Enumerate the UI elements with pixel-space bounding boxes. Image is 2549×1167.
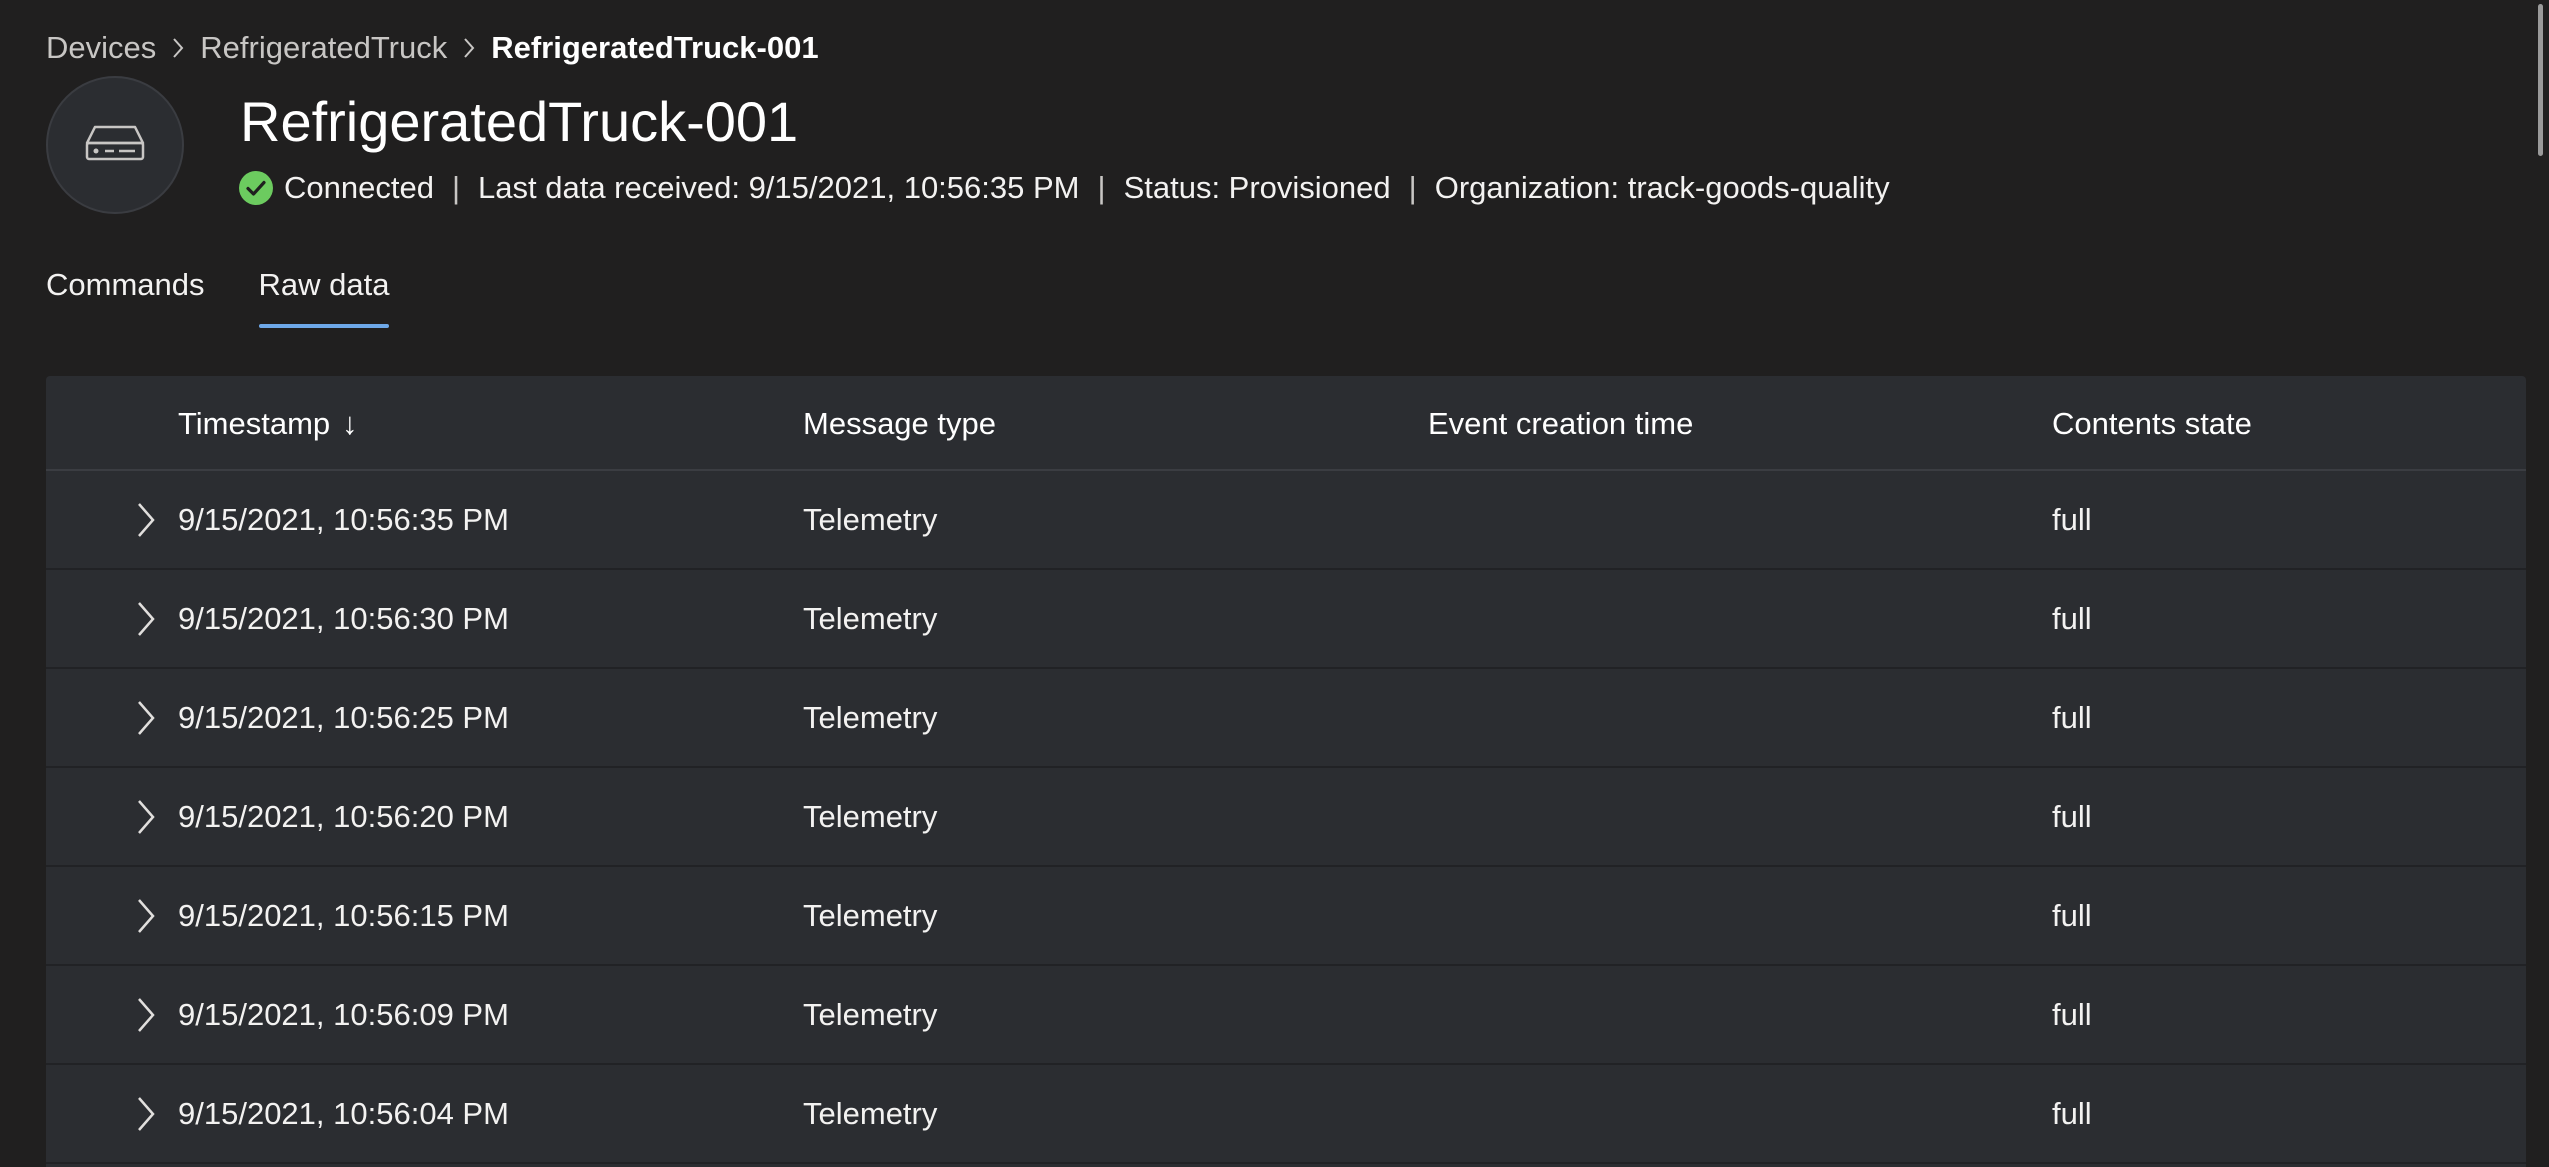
divider: |: [451, 170, 461, 205]
divider: |: [1408, 170, 1417, 205]
cell-message-type: Telemetry: [803, 601, 938, 636]
expand-row-chevron-icon[interactable]: [126, 499, 166, 541]
column-header-contents-state[interactable]: Contents state: [2052, 376, 2252, 471]
cell-timestamp: 9/15/2021, 10:56:30 PM: [178, 601, 509, 636]
connection-status: Connected: [284, 170, 434, 205]
cell-message-type: Telemetry: [803, 700, 938, 735]
connected-check-icon: [238, 170, 274, 206]
device-status-bar: Connected | Last data received: 9/15/202…: [238, 166, 1890, 210]
cell-contents-state: full: [2052, 997, 2092, 1032]
cell-contents-state: full: [2052, 502, 2092, 537]
provisioning-status: Status: Provisioned: [1123, 170, 1391, 205]
cell-contents-state: full: [2052, 1096, 2092, 1131]
cell-timestamp: 9/15/2021, 10:56:25 PM: [178, 700, 509, 735]
cell-contents-state: full: [2052, 700, 2092, 735]
avatar: [46, 76, 184, 214]
breadcrumb-device-template[interactable]: RefrigeratedTruck: [200, 30, 447, 66]
vertical-scrollbar[interactable]: [2535, 0, 2549, 1167]
column-header-timestamp[interactable]: Timestamp ↓: [178, 376, 358, 471]
cell-timestamp: 9/15/2021, 10:56:09 PM: [178, 997, 509, 1032]
raw-data-table: Timestamp ↓ Message type Event creation t…: [46, 376, 2526, 1167]
column-header-event-creation-time[interactable]: Event creation time: [1428, 376, 1693, 471]
expand-row-chevron-icon[interactable]: [126, 994, 166, 1036]
table-row[interactable]: 9/15/2021, 10:56:15 PM Telemetry full: [46, 867, 2526, 966]
cell-message-type: Telemetry: [803, 1096, 938, 1131]
last-data-received: Last data received: 9/15/2021, 10:56:35 …: [478, 170, 1080, 205]
table-row[interactable]: 9/15/2021, 10:56:30 PM Telemetry full: [46, 570, 2526, 669]
tab-list: Commands Raw data: [46, 256, 389, 334]
tab-raw-data[interactable]: Raw data: [258, 256, 389, 334]
column-header-label: Timestamp: [178, 406, 331, 441]
sort-descending-icon: ↓: [342, 406, 358, 441]
cell-contents-state: full: [2052, 601, 2092, 636]
cell-message-type: Telemetry: [803, 502, 938, 537]
expand-row-chevron-icon[interactable]: [126, 598, 166, 640]
divider: |: [1097, 170, 1106, 205]
expand-row-chevron-icon[interactable]: [126, 1093, 166, 1135]
table-header: Timestamp ↓ Message type Event creation t…: [46, 376, 2526, 471]
cell-message-type: Telemetry: [803, 997, 938, 1032]
cell-message-type: Telemetry: [803, 898, 938, 933]
table-row[interactable]: 9/15/2021, 10:56:20 PM Telemetry full: [46, 768, 2526, 867]
scrollbar-thumb[interactable]: [2538, 4, 2543, 156]
cell-timestamp: 9/15/2021, 10:56:35 PM: [178, 502, 509, 537]
table-row[interactable]: 9/15/2021, 10:56:04 PM Telemetry full: [46, 1065, 2526, 1164]
cell-contents-state: full: [2052, 898, 2092, 933]
device-icon: [83, 121, 147, 170]
breadcrumb-current-device: RefrigeratedTruck-001: [491, 30, 819, 65]
organization: Organization: track-goods-quality: [1434, 170, 1890, 205]
chevron-right-icon: [447, 28, 491, 68]
expand-row-chevron-icon[interactable]: [126, 697, 166, 739]
breadcrumb-devices[interactable]: Devices: [46, 30, 156, 66]
cell-message-type: Telemetry: [803, 799, 938, 834]
expand-row-chevron-icon[interactable]: [126, 895, 166, 937]
cell-timestamp: 9/15/2021, 10:56:20 PM: [178, 799, 509, 834]
page-title: RefrigeratedTruck-001: [240, 90, 799, 153]
chevron-right-icon: [156, 28, 200, 68]
cell-contents-state: full: [2052, 799, 2092, 834]
table-row[interactable]: 9/15/2021, 10:56:35 PM Telemetry full: [46, 471, 2526, 570]
cell-timestamp: 9/15/2021, 10:56:04 PM: [178, 1096, 509, 1131]
expand-row-chevron-icon[interactable]: [126, 796, 166, 838]
table-row[interactable]: 9/15/2021, 10:56:25 PM Telemetry full: [46, 669, 2526, 768]
tab-commands[interactable]: Commands: [46, 256, 205, 334]
column-header-message-type[interactable]: Message type: [803, 376, 996, 471]
breadcrumb: Devices RefrigeratedTruck RefrigeratedTr…: [46, 28, 819, 68]
cell-timestamp: 9/15/2021, 10:56:15 PM: [178, 898, 509, 933]
table-row[interactable]: 9/15/2021, 10:56:09 PM Telemetry full: [46, 966, 2526, 1065]
